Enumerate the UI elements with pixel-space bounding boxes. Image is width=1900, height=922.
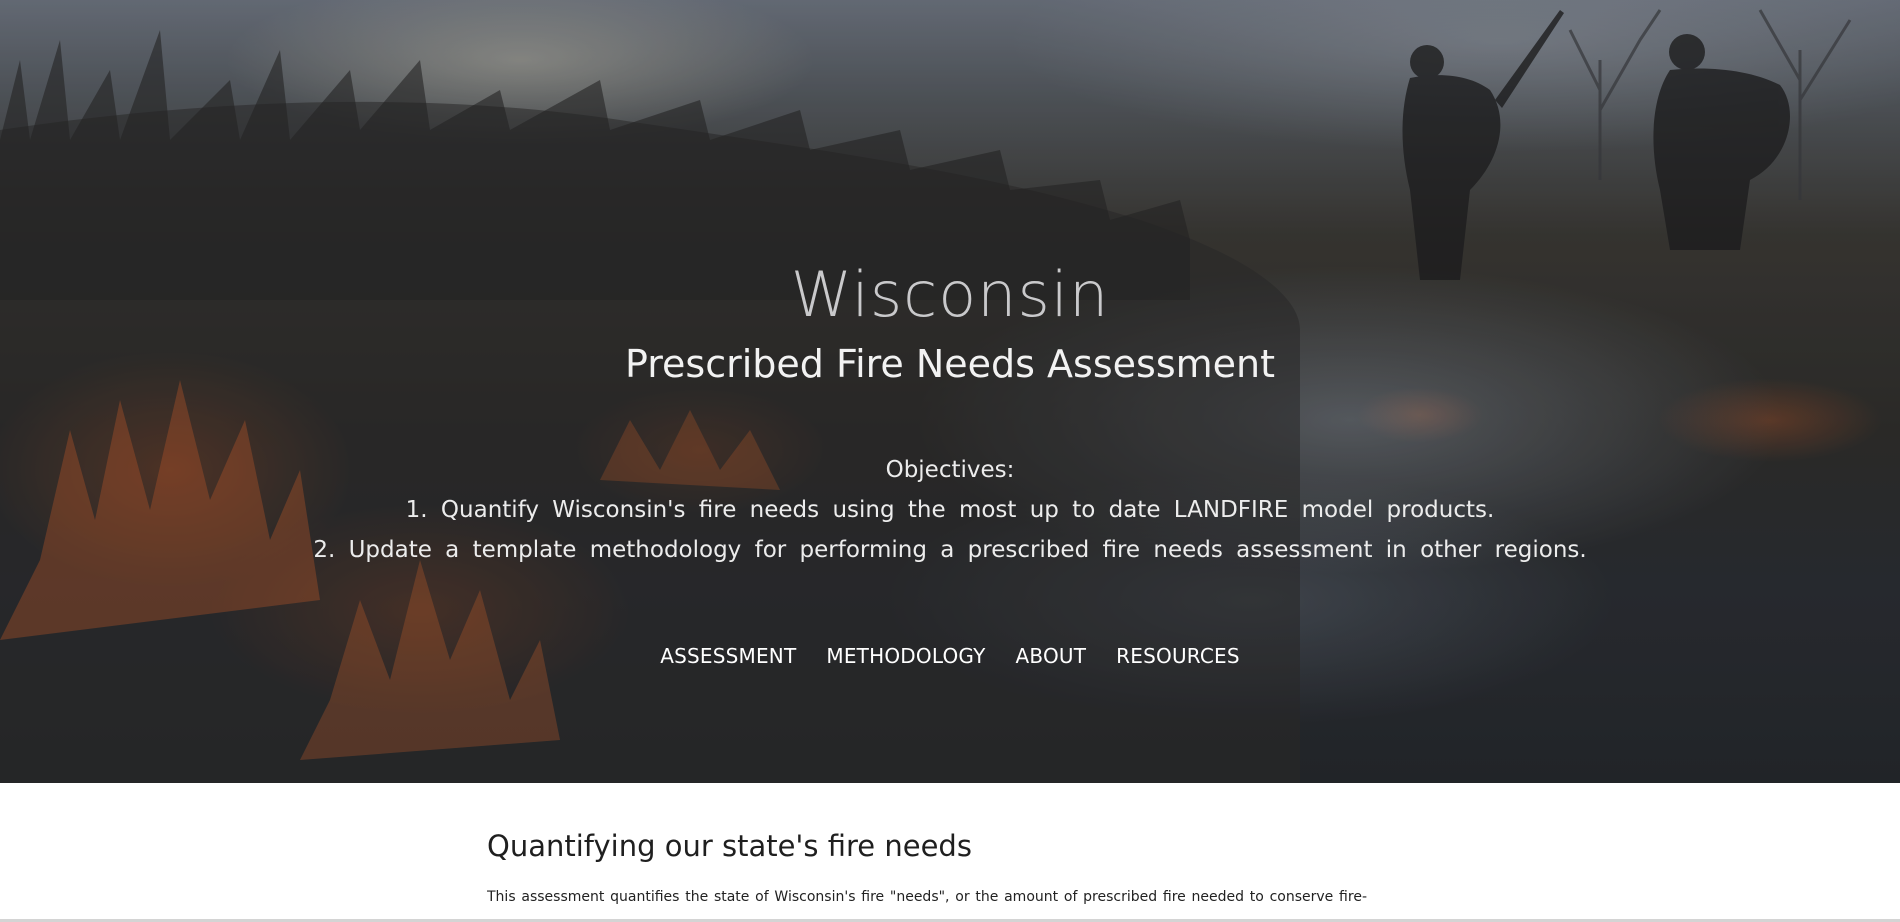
objective-item-2: 2. Update a template methodology for per… xyxy=(313,537,1587,563)
main-nav: ASSESSMENT METHODOLOGY ABOUT RESOURCES xyxy=(0,644,1900,668)
nav-link-methodology[interactable]: METHODOLOGY xyxy=(826,644,985,668)
hero-banner: Wisconsin Prescribed Fire Needs Assessme… xyxy=(0,0,1900,783)
nav-link-assessment[interactable]: ASSESSMENT xyxy=(660,644,796,668)
hero-content: Wisconsin Prescribed Fire Needs Assessme… xyxy=(0,0,1900,783)
nav-link-resources[interactable]: RESOURCES xyxy=(1116,644,1240,668)
page-title: Wisconsin xyxy=(790,258,1110,331)
page: Wisconsin Prescribed Fire Needs Assessme… xyxy=(0,0,1900,922)
nav-link-about[interactable]: ABOUT xyxy=(1016,644,1087,668)
objectives-block: Objectives: 1. Quantify Wisconsin's fire… xyxy=(0,450,1900,570)
main-content: Quantifying our state's fire needs This … xyxy=(487,783,1367,905)
page-subtitle: Prescribed Fire Needs Assessment xyxy=(624,342,1275,386)
objectives-heading: Objectives: xyxy=(885,457,1015,483)
section-paragraph: This assessment quantifies the state of … xyxy=(487,889,1367,905)
section-heading: Quantifying our state's fire needs xyxy=(487,829,972,863)
objective-item-1: 1. Quantify Wisconsin's fire needs using… xyxy=(405,497,1495,523)
